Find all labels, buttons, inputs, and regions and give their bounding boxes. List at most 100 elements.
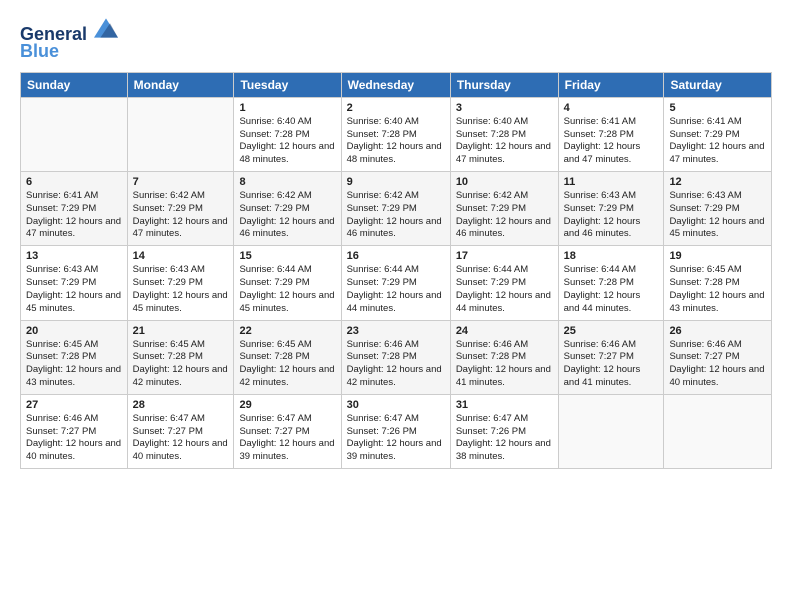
daylight-text: Daylight: 12 hours and 45 minutes. (26, 290, 121, 314)
day-number: 9 (347, 176, 445, 188)
day-number: 26 (669, 325, 766, 337)
day-number: 7 (133, 176, 229, 188)
sunrise-text: Sunrise: 6:45 AM (133, 339, 205, 350)
calendar-cell: 14 Sunrise: 6:43 AM Sunset: 7:29 PM Dayl… (127, 246, 234, 320)
daylight-text: Daylight: 12 hours and 39 minutes. (239, 438, 334, 462)
daylight-text: Daylight: 12 hours and 42 minutes. (133, 364, 228, 388)
day-number: 28 (133, 399, 229, 411)
day-info: Sunrise: 6:43 AM Sunset: 7:29 PM Dayligh… (133, 264, 229, 315)
weekday-header-tuesday: Tuesday (234, 72, 341, 97)
calendar-cell (664, 394, 772, 468)
calendar-table: SundayMondayTuesdayWednesdayThursdayFrid… (20, 72, 772, 469)
sunrise-text: Sunrise: 6:43 AM (564, 190, 636, 201)
day-number: 8 (239, 176, 335, 188)
sunset-text: Sunset: 7:26 PM (347, 426, 417, 437)
day-number: 14 (133, 250, 229, 262)
daylight-text: Daylight: 12 hours and 40 minutes. (133, 438, 228, 462)
sunset-text: Sunset: 7:28 PM (347, 351, 417, 362)
day-number: 27 (26, 399, 122, 411)
daylight-text: Daylight: 12 hours and 47 minutes. (26, 216, 121, 240)
calendar-page: General Blue SundayMondayTuesdayWednesda… (0, 0, 792, 612)
day-number: 5 (669, 102, 766, 114)
calendar-cell: 16 Sunrise: 6:44 AM Sunset: 7:29 PM Dayl… (341, 246, 450, 320)
calendar-cell: 13 Sunrise: 6:43 AM Sunset: 7:29 PM Dayl… (21, 246, 128, 320)
sunrise-text: Sunrise: 6:41 AM (26, 190, 98, 201)
day-info: Sunrise: 6:44 AM Sunset: 7:29 PM Dayligh… (347, 264, 445, 315)
weekday-header-saturday: Saturday (664, 72, 772, 97)
sunrise-text: Sunrise: 6:42 AM (456, 190, 528, 201)
sunrise-text: Sunrise: 6:44 AM (347, 264, 419, 275)
daylight-text: Daylight: 12 hours and 42 minutes. (239, 364, 334, 388)
day-number: 4 (564, 102, 659, 114)
sunset-text: Sunset: 7:29 PM (456, 277, 526, 288)
sunrise-text: Sunrise: 6:47 AM (347, 413, 419, 424)
sunset-text: Sunset: 7:28 PM (347, 129, 417, 140)
day-info: Sunrise: 6:46 AM Sunset: 7:27 PM Dayligh… (26, 413, 122, 464)
day-info: Sunrise: 6:46 AM Sunset: 7:27 PM Dayligh… (564, 339, 659, 390)
daylight-text: Daylight: 12 hours and 41 minutes. (456, 364, 551, 388)
day-number: 15 (239, 250, 335, 262)
sunset-text: Sunset: 7:28 PM (564, 277, 634, 288)
daylight-text: Daylight: 12 hours and 38 minutes. (456, 438, 551, 462)
day-info: Sunrise: 6:45 AM Sunset: 7:28 PM Dayligh… (239, 339, 335, 390)
day-info: Sunrise: 6:45 AM Sunset: 7:28 PM Dayligh… (669, 264, 766, 315)
sunrise-text: Sunrise: 6:40 AM (456, 116, 528, 127)
daylight-text: Daylight: 12 hours and 41 minutes. (564, 364, 641, 388)
sunset-text: Sunset: 7:27 PM (564, 351, 634, 362)
sunset-text: Sunset: 7:28 PM (239, 129, 309, 140)
calendar-cell (21, 97, 128, 171)
daylight-text: Daylight: 12 hours and 45 minutes. (239, 290, 334, 314)
calendar-week-row: 27 Sunrise: 6:46 AM Sunset: 7:27 PM Dayl… (21, 394, 772, 468)
daylight-text: Daylight: 12 hours and 47 minutes. (564, 141, 641, 165)
sunset-text: Sunset: 7:29 PM (133, 277, 203, 288)
sunrise-text: Sunrise: 6:42 AM (347, 190, 419, 201)
sunset-text: Sunset: 7:29 PM (456, 203, 526, 214)
day-number: 23 (347, 325, 445, 337)
daylight-text: Daylight: 12 hours and 47 minutes. (133, 216, 228, 240)
day-number: 19 (669, 250, 766, 262)
calendar-cell: 15 Sunrise: 6:44 AM Sunset: 7:29 PM Dayl… (234, 246, 341, 320)
sunset-text: Sunset: 7:27 PM (669, 351, 739, 362)
sunset-text: Sunset: 7:28 PM (456, 351, 526, 362)
day-info: Sunrise: 6:45 AM Sunset: 7:28 PM Dayligh… (133, 339, 229, 390)
sunrise-text: Sunrise: 6:41 AM (669, 116, 741, 127)
sunset-text: Sunset: 7:29 PM (133, 203, 203, 214)
day-number: 10 (456, 176, 553, 188)
day-info: Sunrise: 6:44 AM Sunset: 7:28 PM Dayligh… (564, 264, 659, 315)
calendar-cell: 17 Sunrise: 6:44 AM Sunset: 7:29 PM Dayl… (450, 246, 558, 320)
weekday-header-wednesday: Wednesday (341, 72, 450, 97)
day-number: 11 (564, 176, 659, 188)
sunrise-text: Sunrise: 6:43 AM (133, 264, 205, 275)
calendar-cell (558, 394, 664, 468)
calendar-cell: 18 Sunrise: 6:44 AM Sunset: 7:28 PM Dayl… (558, 246, 664, 320)
day-info: Sunrise: 6:43 AM Sunset: 7:29 PM Dayligh… (26, 264, 122, 315)
calendar-cell: 20 Sunrise: 6:45 AM Sunset: 7:28 PM Dayl… (21, 320, 128, 394)
daylight-text: Daylight: 12 hours and 40 minutes. (26, 438, 121, 462)
day-number: 16 (347, 250, 445, 262)
calendar-cell: 19 Sunrise: 6:45 AM Sunset: 7:28 PM Dayl… (664, 246, 772, 320)
calendar-cell: 1 Sunrise: 6:40 AM Sunset: 7:28 PM Dayli… (234, 97, 341, 171)
calendar-cell: 24 Sunrise: 6:46 AM Sunset: 7:28 PM Dayl… (450, 320, 558, 394)
day-info: Sunrise: 6:42 AM Sunset: 7:29 PM Dayligh… (239, 190, 335, 241)
sunset-text: Sunset: 7:29 PM (564, 203, 634, 214)
daylight-text: Daylight: 12 hours and 46 minutes. (347, 216, 442, 240)
day-info: Sunrise: 6:40 AM Sunset: 7:28 PM Dayligh… (347, 116, 445, 167)
calendar-week-row: 1 Sunrise: 6:40 AM Sunset: 7:28 PM Dayli… (21, 97, 772, 171)
sunrise-text: Sunrise: 6:46 AM (564, 339, 636, 350)
logo: General Blue (20, 16, 118, 62)
day-info: Sunrise: 6:46 AM Sunset: 7:28 PM Dayligh… (456, 339, 553, 390)
sunrise-text: Sunrise: 6:46 AM (26, 413, 98, 424)
calendar-cell: 25 Sunrise: 6:46 AM Sunset: 7:27 PM Dayl… (558, 320, 664, 394)
calendar-cell (127, 97, 234, 171)
sunrise-text: Sunrise: 6:46 AM (456, 339, 528, 350)
daylight-text: Daylight: 12 hours and 45 minutes. (669, 216, 764, 240)
sunset-text: Sunset: 7:28 PM (456, 129, 526, 140)
header: General Blue (20, 16, 772, 62)
sunset-text: Sunset: 7:29 PM (347, 203, 417, 214)
weekday-header-sunday: Sunday (21, 72, 128, 97)
daylight-text: Daylight: 12 hours and 47 minutes. (669, 141, 764, 165)
sunset-text: Sunset: 7:28 PM (669, 277, 739, 288)
sunrise-text: Sunrise: 6:41 AM (564, 116, 636, 127)
daylight-text: Daylight: 12 hours and 44 minutes. (564, 290, 641, 314)
daylight-text: Daylight: 12 hours and 42 minutes. (347, 364, 442, 388)
